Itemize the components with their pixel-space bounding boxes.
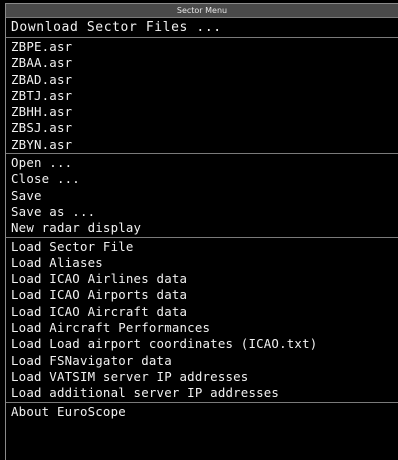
close-item[interactable]: Close ... xyxy=(6,171,398,187)
load-icao-aircraft-item[interactable]: Load ICAO Aircraft data xyxy=(6,304,398,320)
save-item[interactable]: Save xyxy=(6,188,398,204)
load-fsnavigator-item[interactable]: Load FSNavigator data xyxy=(6,353,398,369)
sector-file-item-zbad[interactable]: ZBAD.asr xyxy=(6,72,398,88)
sector-files-group: ZBPE.asr ZBAA.asr ZBAD.asr ZBTJ.asr ZBHH… xyxy=(6,38,398,155)
sector-file-item-zbpe[interactable]: ZBPE.asr xyxy=(6,39,398,55)
sector-file-item-zbsj[interactable]: ZBSJ.asr xyxy=(6,120,398,136)
load-sector-file-item[interactable]: Load Sector File xyxy=(6,239,398,255)
menu-titlebar: Sector Menu xyxy=(6,4,398,18)
load-icao-airlines-item[interactable]: Load ICAO Airlines data xyxy=(6,271,398,287)
sector-file-item-zbhh[interactable]: ZBHH.asr xyxy=(6,104,398,120)
open-item[interactable]: Open ... xyxy=(6,155,398,171)
about-euroscope-item[interactable]: About EuroScope xyxy=(6,404,398,420)
new-radar-display-item[interactable]: New radar display xyxy=(6,220,398,236)
load-vatsim-server-ips-item[interactable]: Load VATSIM server IP addresses xyxy=(6,369,398,385)
load-additional-server-ips-item[interactable]: Load additional server IP addresses xyxy=(6,385,398,401)
save-as-item[interactable]: Save as ... xyxy=(6,204,398,220)
sector-file-item-zbyn[interactable]: ZBYN.asr xyxy=(6,137,398,153)
sector-menu: Sector Menu Download Sector Files ... ZB… xyxy=(5,3,398,460)
sector-file-item-zbtj[interactable]: ZBTJ.asr xyxy=(6,88,398,104)
download-sector-files-item[interactable]: Download Sector Files ... xyxy=(6,19,398,37)
load-aliases-item[interactable]: Load Aliases xyxy=(6,255,398,271)
load-airport-coordinates-item[interactable]: Load Load airport coordinates (ICAO.txt) xyxy=(6,336,398,352)
load-icao-airports-item[interactable]: Load ICAO Airports data xyxy=(6,287,398,303)
load-aircraft-performances-item[interactable]: Load Aircraft Performances xyxy=(6,320,398,336)
load-actions-group: Load Sector File Load Aliases Load ICAO … xyxy=(6,238,398,403)
file-actions-group: Open ... Close ... Save Save as ... New … xyxy=(6,154,398,238)
sector-file-item-zbaa[interactable]: ZBAA.asr xyxy=(6,55,398,71)
about-group: About EuroScope xyxy=(6,403,398,420)
menu-title: Sector Menu xyxy=(176,5,228,15)
download-group: Download Sector Files ... xyxy=(6,18,398,38)
